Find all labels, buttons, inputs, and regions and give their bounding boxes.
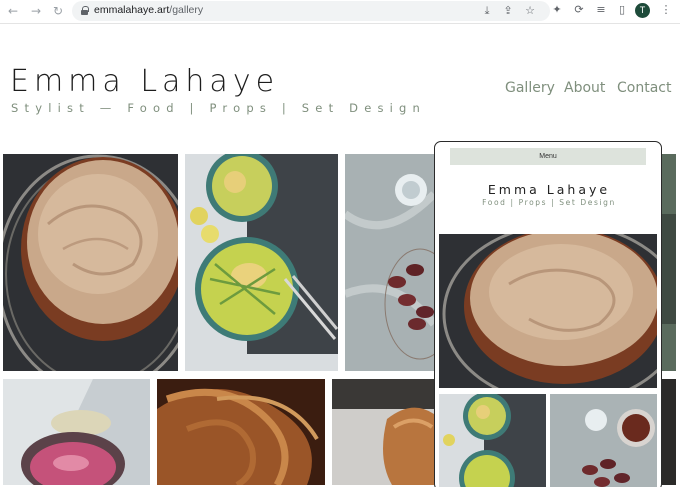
more-menu-icon[interactable]: ⋮ bbox=[659, 3, 673, 17]
nav-gallery[interactable]: Gallery bbox=[505, 80, 555, 96]
nav-about[interactable]: About bbox=[564, 80, 605, 96]
reading-list-icon[interactable]: ≡ bbox=[594, 3, 608, 17]
address-bar[interactable]: emmalahaye.art/gallery ⤓ ⇪ ☆ bbox=[72, 1, 550, 21]
gallery-image-green-bean-bowls[interactable] bbox=[185, 154, 338, 371]
gallery-image-dates-on-rack[interactable] bbox=[345, 154, 434, 371]
install-app-icon[interactable]: ⤓ bbox=[480, 4, 494, 18]
url-host: emmalahaye.art bbox=[94, 4, 170, 16]
url-text[interactable]: emmalahaye.art/gallery bbox=[94, 4, 203, 16]
extension-icon[interactable]: ⟳ bbox=[572, 3, 586, 17]
gallery-image-praline-cake[interactable] bbox=[3, 154, 178, 371]
mobile-gallery-image-green-bean-bowls[interactable] bbox=[439, 394, 546, 487]
extensions-puzzle-icon[interactable]: ✦ bbox=[550, 3, 564, 17]
side-panel-icon[interactable]: ▯ bbox=[615, 3, 629, 17]
site-tagline: Stylist — Food | Props | Set Design bbox=[11, 101, 427, 115]
gallery-image-partial-right-2[interactable] bbox=[662, 379, 676, 485]
forward-arrow-icon[interactable]: → bbox=[28, 3, 44, 19]
gallery-image-baked-tart[interactable] bbox=[332, 379, 434, 485]
back-arrow-icon[interactable]: ← bbox=[5, 3, 21, 19]
mobile-site-tagline: Food | Props | Set Design bbox=[482, 198, 616, 207]
gallery-image-partial-right[interactable] bbox=[662, 154, 676, 371]
profile-avatar[interactable]: T bbox=[635, 3, 650, 18]
nav-contact[interactable]: Contact bbox=[617, 80, 671, 96]
share-icon[interactable]: ⇪ bbox=[501, 4, 515, 18]
bookmark-star-icon[interactable]: ☆ bbox=[523, 4, 537, 18]
mobile-gallery-image-praline-cake[interactable] bbox=[439, 234, 657, 388]
gallery-image-beet-dip[interactable] bbox=[3, 379, 150, 485]
mobile-site-logo[interactable]: Emma Lahaye bbox=[435, 182, 661, 197]
site-logo[interactable]: Emma Lahaye bbox=[10, 64, 279, 99]
gallery-image-pastry-swirl[interactable] bbox=[157, 379, 325, 485]
mobile-menu-button[interactable]: Menu bbox=[450, 148, 646, 165]
lock-icon bbox=[81, 6, 89, 15]
mobile-preview: Menu Emma Lahaye Food | Props | Set Desi… bbox=[434, 141, 662, 487]
browser-toolbar: ← → ↻ emmalahaye.art/gallery ⤓ ⇪ ☆ ✦ ⟳ ≡… bbox=[0, 0, 680, 24]
mobile-gallery-image-dates-sauce[interactable] bbox=[550, 394, 657, 487]
url-path: /gallery bbox=[169, 4, 204, 16]
reload-icon[interactable]: ↻ bbox=[50, 3, 66, 19]
